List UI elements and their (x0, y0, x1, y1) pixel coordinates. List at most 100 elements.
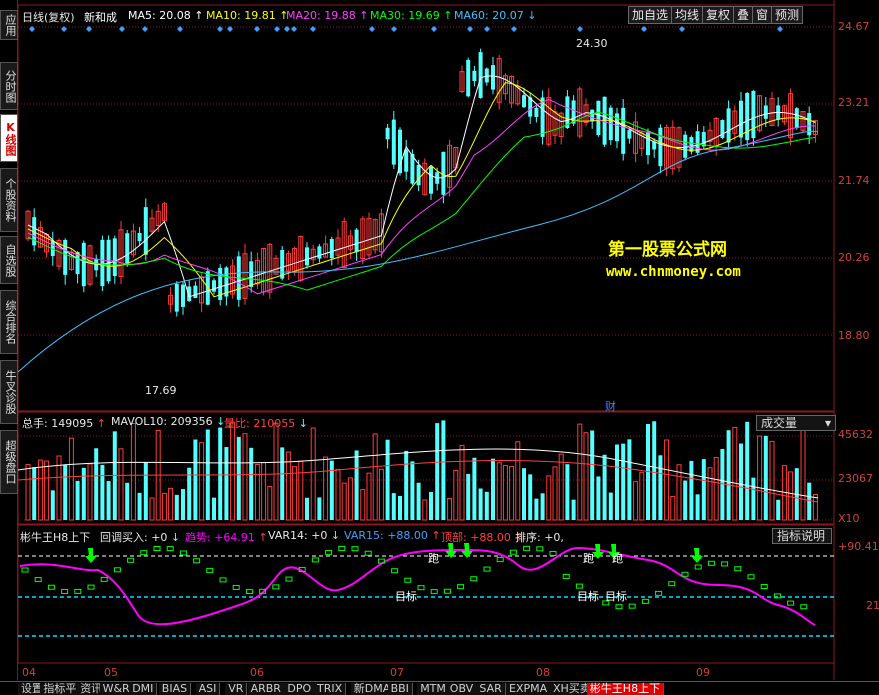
indicator-step (166, 546, 174, 552)
candle-body (100, 239, 105, 287)
indicator-step (285, 576, 293, 582)
side-tab-1[interactable]: 分时图 (0, 62, 18, 110)
volume-bar (118, 448, 124, 521)
indicator-step (391, 568, 399, 574)
bottom-tab[interactable]: SAR (476, 683, 506, 695)
candle-body (739, 100, 743, 138)
volume-bar (534, 498, 539, 520)
signal-diamond (119, 26, 125, 32)
restore-rights-button[interactable]: 复权 (702, 6, 735, 24)
indicator-step (694, 564, 702, 570)
volume-bar (329, 460, 334, 520)
indicator-step (707, 560, 715, 566)
target-label: 目标 (395, 590, 417, 603)
bottom-tab[interactable]: TRIX (314, 683, 347, 695)
bottom-tab[interactable]: BIAS (158, 683, 192, 695)
indicator-name: 彬牛王H8上下 (20, 531, 91, 544)
indicator-step (787, 600, 795, 606)
candle-body (596, 100, 601, 135)
volume-bar (472, 457, 477, 520)
volume-bar (378, 468, 384, 521)
target-label: 目标 (605, 590, 627, 603)
signal-diamond (467, 26, 473, 32)
bottom-tab[interactable]: ARBR (247, 683, 285, 695)
left-tab-strip: 应用分时图 K线图个股资料自选股综合排名牛叉诊股超级盘口 (0, 0, 18, 680)
indicator-step (523, 545, 531, 551)
volume-bar (354, 450, 359, 520)
volume-bar (137, 492, 142, 520)
window-button[interactable]: 窗 (752, 6, 773, 24)
side-tab-3[interactable]: 个股资料 (0, 168, 18, 232)
volume-bar (161, 492, 167, 521)
side-tab-5[interactable]: 综合排名 (0, 290, 18, 354)
volume-bar (391, 493, 396, 520)
bottom-tab[interactable]: DPO (284, 683, 316, 695)
signal-diamond (284, 26, 290, 32)
volume-bar (491, 458, 495, 520)
candle-body (522, 95, 526, 108)
indicator-step (417, 585, 425, 591)
bottom-tab[interactable]: OBV (446, 683, 478, 695)
indicator-step (721, 561, 729, 567)
side-tab-7[interactable]: 超级盘口 (0, 430, 18, 494)
volume-bar (323, 456, 329, 521)
candle-body (143, 207, 148, 255)
bottom-tab[interactable]: DMI (129, 683, 158, 695)
indicator-step (655, 590, 663, 596)
signal-diamond (86, 26, 92, 32)
chart-canvas[interactable] (18, 0, 879, 680)
candle-body (391, 119, 396, 165)
volume-bar (75, 480, 80, 520)
bottom-tab[interactable]: 彬牛王H8上下 (586, 683, 665, 695)
volume-bar (453, 469, 459, 521)
volume-bar (726, 430, 731, 520)
volume-bar (689, 460, 694, 520)
add-watchlist-button[interactable]: 加自选 (628, 6, 673, 24)
side-tab-6[interactable]: 牛叉诊股 (0, 360, 18, 424)
candle-body (466, 60, 471, 97)
volume-bar (174, 494, 179, 520)
volume-bar (285, 451, 291, 521)
volume-bar (769, 440, 775, 521)
indicator-step (800, 604, 808, 610)
bottom-tab[interactable]: VR (225, 683, 248, 695)
volume-bar (143, 462, 148, 520)
volume-bar (522, 468, 526, 520)
volume-bar (310, 427, 316, 521)
candle-body (329, 238, 334, 259)
ma-line-button[interactable]: 均线 (671, 6, 704, 24)
indicator-step (641, 598, 649, 604)
forecast-button[interactable]: 预测 (771, 6, 804, 24)
indicator-step (404, 577, 412, 583)
volume-bar (812, 494, 818, 521)
volume-bar (670, 496, 676, 521)
candle-body (404, 149, 409, 172)
bottom-tab[interactable]: EXPMA (506, 683, 552, 695)
candle-body (125, 233, 130, 264)
candle-body (621, 107, 626, 154)
price-tick: 18.80 (838, 329, 870, 342)
bottom-tab[interactable]: BBI (387, 683, 413, 695)
financial-report-marker[interactable]: 财 (605, 398, 616, 414)
volume-selector[interactable]: 成交量 ▾ (756, 415, 836, 431)
candle-body (763, 105, 768, 119)
volume-bar (713, 457, 719, 521)
volume-bar (652, 421, 657, 520)
side-tab-2[interactable]: K线图 (0, 114, 18, 162)
side-tab-4[interactable]: 自选股 (0, 236, 18, 284)
volume-bar (627, 439, 632, 520)
indicator-step (496, 557, 504, 563)
candle-body (689, 137, 694, 152)
indicator-step (74, 588, 82, 594)
candle-body (429, 166, 433, 194)
candle-body (590, 109, 595, 122)
side-tab-0[interactable]: 应用 (0, 10, 18, 40)
overlay-button[interactable]: 叠 (733, 6, 754, 24)
bottom-tab[interactable]: ASI (195, 683, 221, 695)
ma-legend-item: MA30: 19.69 ↑ (370, 9, 453, 22)
indicator-step (760, 583, 768, 589)
indicator-help-button[interactable]: 指标说明 (772, 528, 832, 544)
signal-diamond (254, 26, 260, 32)
bottom-tab[interactable]: MTM (417, 683, 450, 695)
volume-bar (187, 467, 192, 520)
